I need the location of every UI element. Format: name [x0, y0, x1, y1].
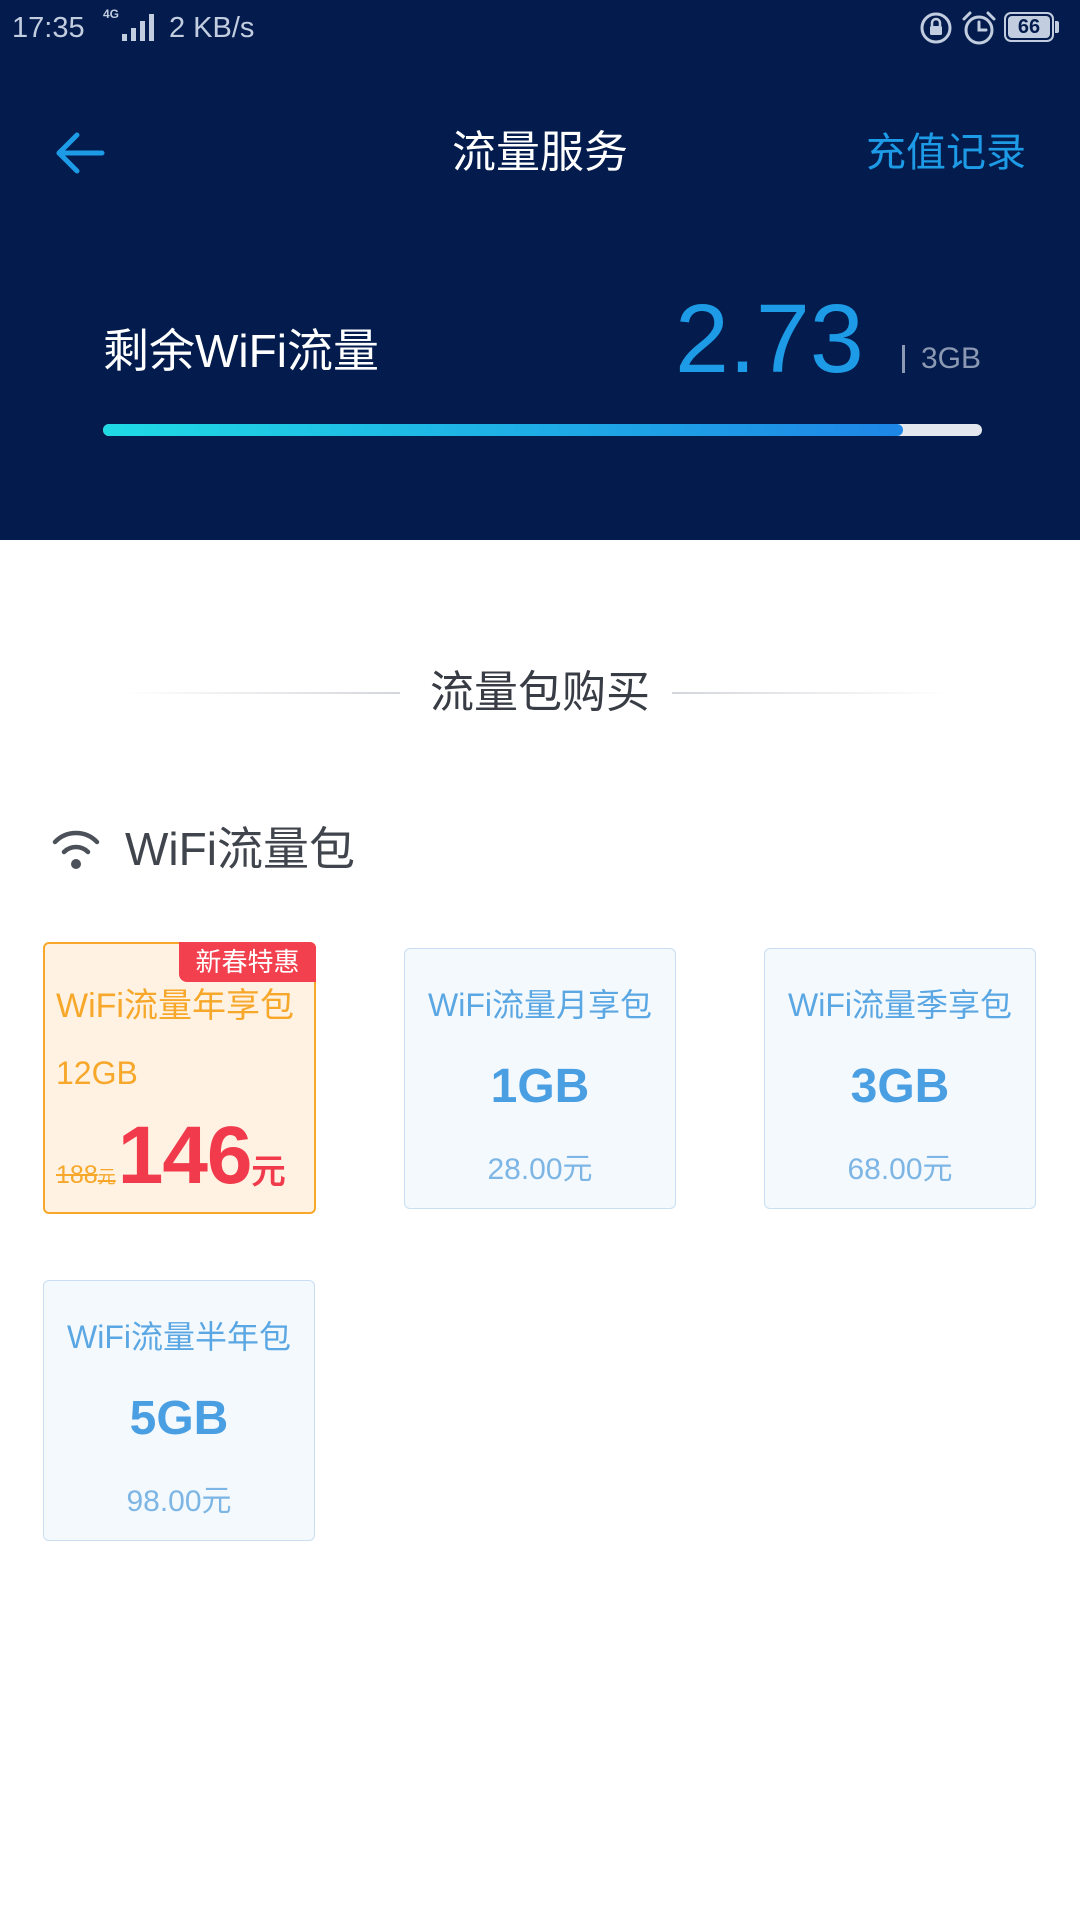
package-name: WiFi流量月享包: [428, 987, 652, 1023]
package-card-monthly[interactable]: WiFi流量月享包 1GB 28.00元: [404, 948, 676, 1209]
remaining-amount: 2.73: [675, 284, 864, 393]
package-name: WiFi流量年享包: [56, 987, 294, 1025]
package-card-half-year[interactable]: WiFi流量半年包 5GB 98.00元: [43, 1280, 315, 1541]
original-price: 188元: [56, 1161, 116, 1190]
battery-icon: 66: [1004, 12, 1054, 42]
battery-terminal: [1055, 21, 1059, 33]
total-amount: 3GB: [921, 342, 982, 375]
battery-level: 66: [1008, 16, 1050, 38]
rotation-lock-icon: [920, 12, 952, 44]
usage-progress-bar: [103, 424, 982, 436]
usage-progress-fill: [103, 424, 903, 436]
sale-price: 146: [117, 1110, 253, 1201]
package-size: 12GB: [56, 1055, 138, 1091]
original-price-value: 188: [56, 1161, 98, 1189]
package-name: WiFi流量季享包: [788, 987, 1012, 1023]
alarm-icon: [962, 11, 996, 45]
usage-divider: [902, 345, 905, 373]
package-card-annual[interactable]: 新春特惠 WiFi流量年享包 12GB 188元 146 元: [43, 942, 316, 1214]
package-card-quarterly[interactable]: WiFi流量季享包 3GB 68.00元: [764, 948, 1036, 1209]
category-title: WiFi流量包: [125, 823, 355, 875]
original-price-unit: 元: [97, 1167, 116, 1187]
network-speed: 2 KB/s: [169, 12, 255, 44]
remaining-wifi-label: 剩余WiFi流量: [103, 325, 379, 377]
package-price: 68.00元: [847, 1153, 953, 1186]
sale-price-unit: 元: [251, 1153, 286, 1191]
package-price: 98.00元: [126, 1485, 232, 1518]
status-time: 17:35: [12, 12, 85, 44]
package-name: WiFi流量半年包: [67, 1319, 291, 1355]
signal-icon: [122, 14, 154, 41]
package-size: 3GB: [850, 1060, 950, 1113]
price-row: 188元 146 元: [56, 1115, 286, 1197]
package-size: 5GB: [129, 1392, 229, 1445]
promo-badge: 新春特惠: [179, 942, 316, 982]
package-price: 28.00元: [487, 1153, 593, 1186]
wifi-icon: [52, 830, 100, 869]
header-panel: [0, 0, 1080, 540]
recharge-history-link[interactable]: 充值记录: [866, 123, 1026, 183]
section-divider-right: [672, 692, 950, 694]
network-type-label: 4G: [103, 7, 120, 21]
package-size: 1GB: [490, 1060, 590, 1113]
